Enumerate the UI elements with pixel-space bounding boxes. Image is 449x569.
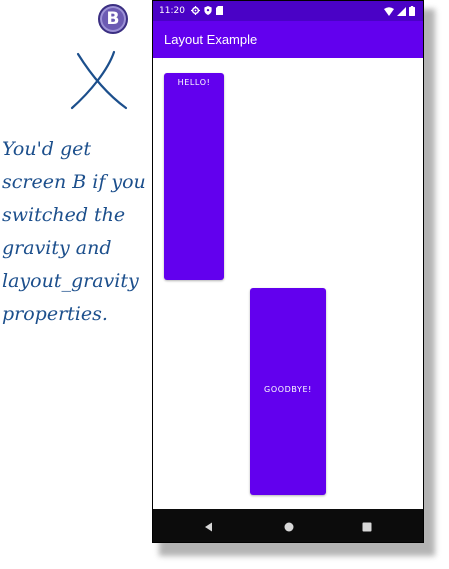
handwritten-note: You'd get screen B if you switched the g… — [2, 133, 152, 331]
back-button[interactable] — [199, 509, 219, 542]
status-bar: 11:20 — [153, 1, 423, 21]
gear-icon — [191, 6, 200, 15]
note-line: layout_gravity — [2, 270, 139, 292]
screen-b-badge: B — [98, 4, 128, 34]
hello-button[interactable]: HELLO! — [164, 73, 224, 280]
layout-content: HELLO! GOODBYE! — [153, 58, 423, 509]
status-right-icons — [384, 6, 415, 16]
wifi-icon — [384, 6, 394, 16]
app-title: Layout Example — [164, 32, 258, 47]
navigation-bar — [153, 509, 423, 542]
badge-letter: B — [106, 9, 120, 29]
home-icon — [284, 522, 294, 531]
goodbye-button-label: GOODBYE! — [264, 385, 312, 394]
goodbye-button[interactable]: GOODBYE! — [250, 288, 326, 495]
note-line: You'd get — [2, 138, 92, 160]
note-line: screen B if you — [2, 171, 146, 193]
hello-button-label: HELLO! — [177, 78, 211, 87]
recents-icon — [362, 522, 372, 531]
signal-icon — [397, 6, 406, 16]
back-icon — [205, 522, 212, 531]
sd-card-icon — [216, 6, 223, 15]
page: B You'd get screen B if you switched the… — [0, 0, 449, 569]
phone-screen: 11:20 Layout Example HELLO! GOODBYE! — [152, 0, 424, 543]
status-left-icons — [191, 6, 223, 15]
app-bar: Layout Example — [153, 21, 423, 58]
note-line: switched the — [2, 204, 126, 226]
cross-mark-icon — [70, 50, 128, 110]
shield-icon — [204, 6, 212, 15]
status-time: 11:20 — [159, 6, 185, 16]
note-line: gravity and — [2, 237, 112, 259]
battery-icon — [409, 6, 415, 16]
note-line: properties. — [2, 303, 108, 325]
home-button[interactable] — [279, 509, 299, 542]
recents-button[interactable] — [357, 509, 377, 542]
